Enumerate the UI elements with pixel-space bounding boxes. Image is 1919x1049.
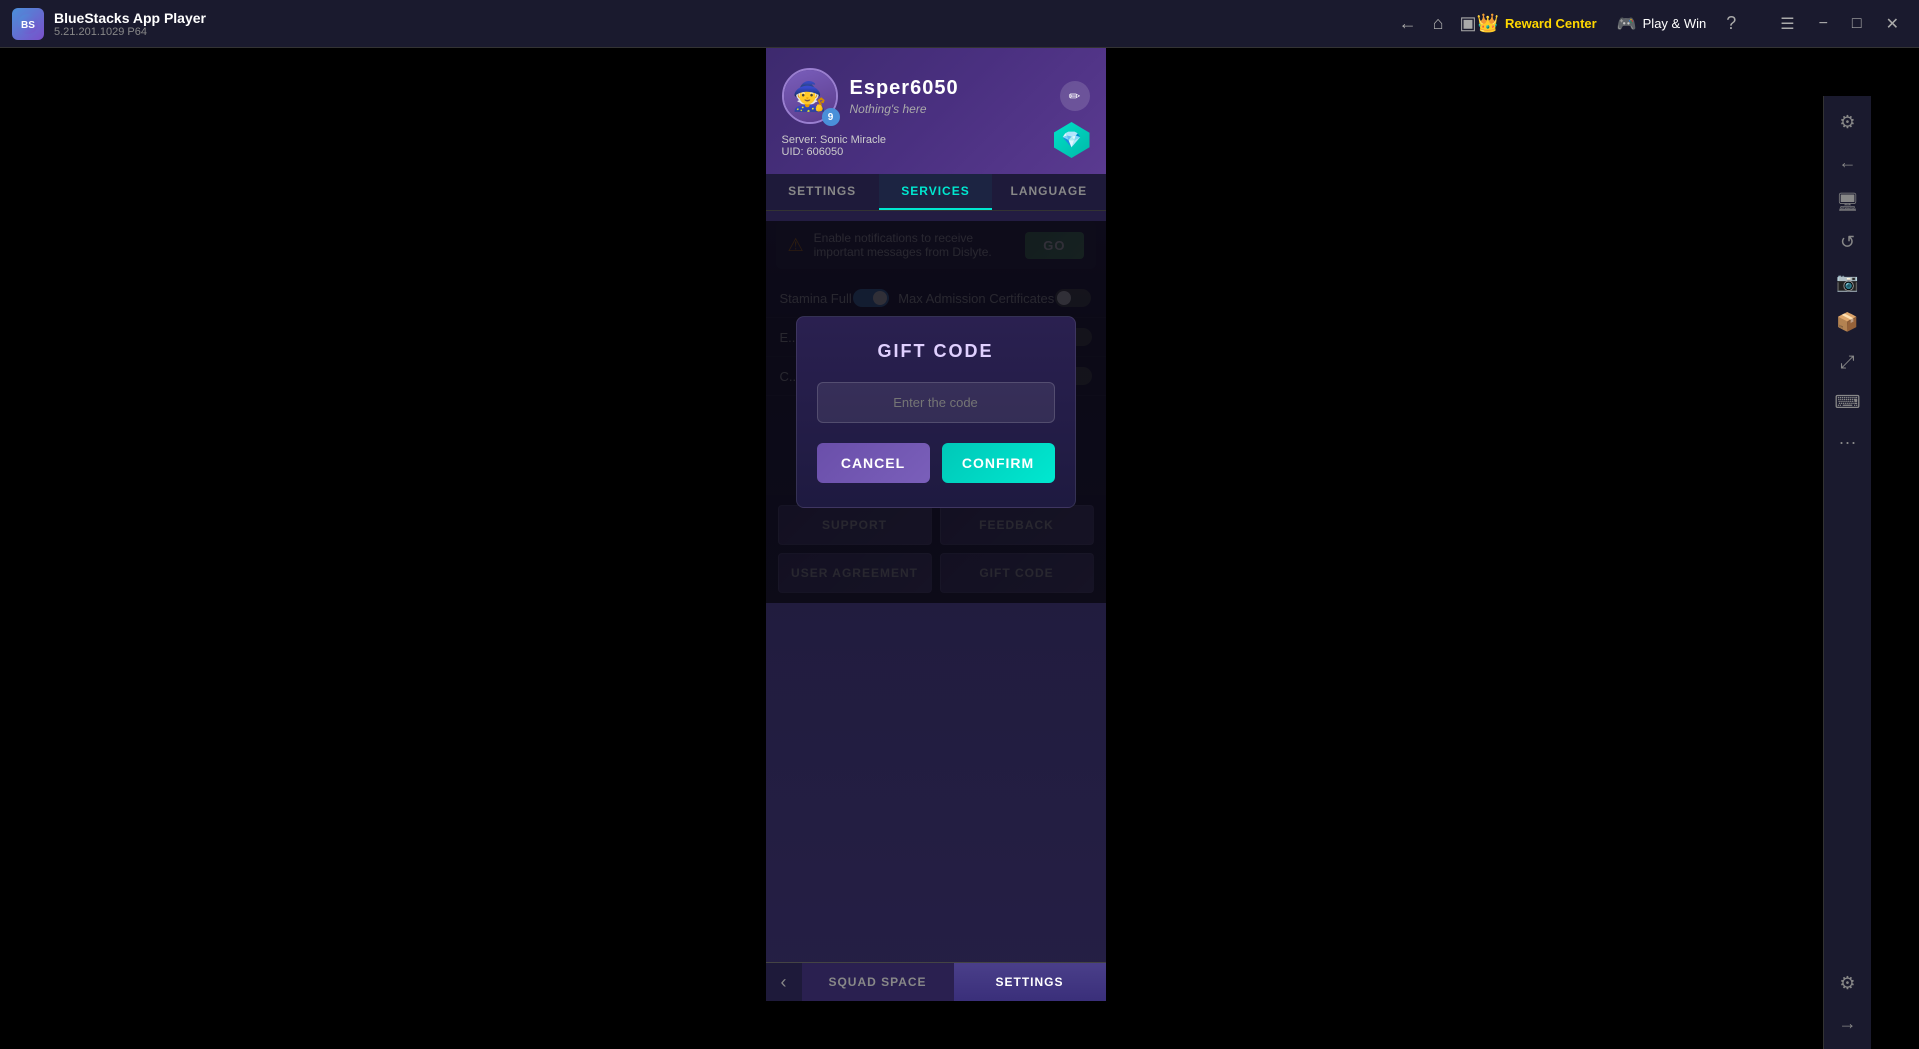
menu-icon[interactable]: ☰ (1772, 10, 1802, 38)
close-button[interactable]: ✕ (1878, 10, 1907, 38)
tab-settings[interactable]: SETTINGS (766, 174, 879, 210)
profile-status: Nothing's here (850, 102, 1048, 116)
svg-text:BS: BS (21, 20, 35, 31)
gift-code-modal: GIFT CODE CANCEL CONFIRM (796, 316, 1076, 508)
right-sidebar: ⚙ ← 🖥 ↺ 📷 📦 ⤢ ⌨ ··· ⚙ → (1823, 96, 1871, 1049)
apk-sidebar-icon[interactable]: 📦 (1830, 304, 1866, 340)
play-win-icon: 🎮 (1617, 14, 1637, 34)
modal-title: GIFT CODE (817, 341, 1055, 362)
app-title: BlueStacks App Player 5.21.201.1029 P64 (54, 10, 1399, 38)
server-gem: 💎 (1054, 122, 1090, 158)
avatar-container: 🧙 9 (782, 68, 838, 124)
resize-sidebar-icon[interactable]: ⤢ (1830, 344, 1866, 380)
bottom-nav-arrow[interactable]: ‹ (766, 963, 802, 1001)
settings-sidebar-icon[interactable]: ⚙ (1830, 104, 1866, 140)
profile-server: Server: Sonic Miracle UID: 606050 (782, 134, 1090, 158)
tab-services[interactable]: SERVICES (879, 174, 992, 210)
game-area: ⚙ ← 🖥 ↺ 📷 📦 ⤢ ⌨ ··· ⚙ → 🧙 9 Esper6050 (0, 48, 1871, 1001)
back-sidebar-icon[interactable]: ← (1830, 144, 1866, 180)
avatar-level-badge: 9 (822, 108, 840, 126)
tabs-row: SETTINGS SERVICES LANGUAGE (766, 174, 1106, 211)
windows-nav-icon[interactable]: ▣ (1460, 13, 1477, 34)
maximize-button[interactable]: □ (1844, 11, 1870, 37)
edit-profile-button[interactable]: ✏ (1060, 81, 1090, 111)
bottom-tab-settings[interactable]: SETTINGS (954, 963, 1106, 1001)
tab-language[interactable]: LANGUAGE (992, 174, 1105, 210)
bottom-tab-squad-space[interactable]: SQUAD SPACE (802, 963, 954, 1001)
profile-info: Esper6050 Nothing's here (850, 77, 1048, 116)
confirm-button[interactable]: CONFIRM (942, 443, 1055, 483)
modal-overlay: GIFT CODE CANCEL CONFIRM (766, 221, 1106, 603)
app-logo: BS (12, 8, 44, 40)
content-area: ⚠ Enable notifications to receive import… (766, 221, 1106, 603)
play-win-button[interactable]: 🎮 Play & Win (1617, 14, 1707, 34)
arrow-right-sidebar-icon[interactable]: → (1830, 1005, 1866, 1041)
window-controls: ☰ − □ ✕ (1772, 10, 1907, 38)
reward-center-button[interactable]: 👑 Reward Center (1477, 13, 1597, 34)
game-panel: 🧙 9 Esper6050 Nothing's here ✏ Server: S… (766, 48, 1106, 1001)
minimize-button[interactable]: − (1811, 11, 1836, 37)
refresh-sidebar-icon[interactable]: ↺ (1830, 224, 1866, 260)
top-bar-right: 👑 Reward Center 🎮 Play & Win ? ☰ − □ ✕ (1477, 10, 1907, 38)
more-sidebar-icon[interactable]: ··· (1830, 424, 1866, 460)
crown-icon: 👑 (1477, 13, 1499, 34)
monitor-sidebar-icon[interactable]: 🖥 (1830, 184, 1866, 220)
camera-sidebar-icon[interactable]: 📷 (1830, 264, 1866, 300)
gift-code-input[interactable] (817, 382, 1055, 423)
bottom-nav: ‹ SQUAD SPACE SETTINGS (766, 962, 1106, 1001)
profile-header: 🧙 9 Esper6050 Nothing's here ✏ Server: S… (766, 48, 1106, 174)
cancel-button[interactable]: CANCEL (817, 443, 930, 483)
profile-username: Esper6050 (850, 77, 1048, 100)
gear-bottom-sidebar-icon[interactable]: ⚙ (1830, 965, 1866, 1001)
modal-buttons: CANCEL CONFIRM (817, 443, 1055, 483)
top-bar: BS BlueStacks App Player 5.21.201.1029 P… (0, 0, 1919, 48)
back-nav-icon[interactable]: ← (1399, 13, 1417, 34)
keyboard-sidebar-icon[interactable]: ⌨ (1830, 384, 1866, 420)
help-icon[interactable]: ? (1726, 13, 1736, 34)
home-nav-icon[interactable]: ⌂ (1433, 13, 1444, 34)
nav-controls: ← ⌂ ▣ (1399, 13, 1477, 34)
